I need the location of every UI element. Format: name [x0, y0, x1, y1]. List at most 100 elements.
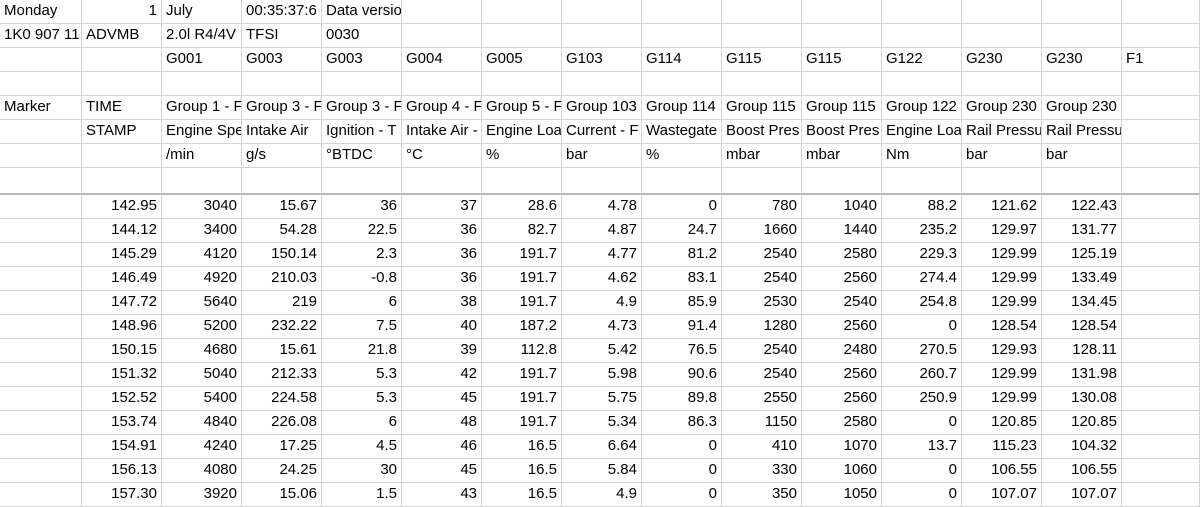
cell-r20-c3[interactable]: 4080	[162, 459, 242, 483]
cell-r13-c13[interactable]: 129.99	[962, 291, 1042, 315]
cell-r17-c8[interactable]: 5.75	[562, 387, 642, 411]
cell-r11-c12[interactable]: 229.3	[882, 243, 962, 267]
cell-r6-c11[interactable]: Boost Pres	[802, 120, 882, 144]
cell-r17-c9[interactable]: 89.8	[642, 387, 722, 411]
cell-r15-c11[interactable]: 2480	[802, 339, 882, 363]
cell-r2-c5[interactable]: 0030	[322, 24, 402, 48]
cell-r2-c1[interactable]: 1K0 907 11	[0, 24, 82, 48]
cell-r20-c15[interactable]	[1122, 459, 1200, 483]
cell-r7-c7[interactable]: %	[482, 144, 562, 168]
cell-r1-c2[interactable]: 1	[82, 0, 162, 24]
cell-r21-c9[interactable]: 0	[642, 483, 722, 507]
cell-r17-c15[interactable]	[1122, 387, 1200, 411]
cell-r11-c15[interactable]	[1122, 243, 1200, 267]
cell-r8-c15[interactable]	[1122, 168, 1200, 195]
cell-r19-c2[interactable]: 154.91	[82, 435, 162, 459]
cell-r13-c4[interactable]: 219	[242, 291, 322, 315]
cell-r18-c15[interactable]	[1122, 411, 1200, 435]
cell-r12-c2[interactable]: 146.49	[82, 267, 162, 291]
cell-r5-c3[interactable]: Group 1 - F	[162, 96, 242, 120]
cell-r11-c13[interactable]: 129.99	[962, 243, 1042, 267]
cell-r8-c14[interactable]	[1042, 168, 1122, 195]
cell-r7-c8[interactable]: bar	[562, 144, 642, 168]
cell-r10-c12[interactable]: 235.2	[882, 219, 962, 243]
cell-r3-c5[interactable]: G003	[322, 48, 402, 72]
cell-r15-c4[interactable]: 15.61	[242, 339, 322, 363]
cell-r20-c1[interactable]	[0, 459, 82, 483]
cell-r8-c7[interactable]	[482, 168, 562, 195]
cell-r6-c4[interactable]: Intake Air	[242, 120, 322, 144]
cell-r11-c1[interactable]	[0, 243, 82, 267]
cell-r14-c7[interactable]: 187.2	[482, 315, 562, 339]
cell-r10-c4[interactable]: 54.28	[242, 219, 322, 243]
cell-r8-c6[interactable]	[402, 168, 482, 195]
cell-r15-c7[interactable]: 112.8	[482, 339, 562, 363]
cell-r3-c6[interactable]: G004	[402, 48, 482, 72]
cell-r15-c15[interactable]	[1122, 339, 1200, 363]
cell-r8-c9[interactable]	[642, 168, 722, 195]
cell-r21-c13[interactable]: 107.07	[962, 483, 1042, 507]
cell-r13-c15[interactable]	[1122, 291, 1200, 315]
cell-r13-c14[interactable]: 134.45	[1042, 291, 1122, 315]
cell-r11-c9[interactable]: 81.2	[642, 243, 722, 267]
cell-r12-c11[interactable]: 2560	[802, 267, 882, 291]
cell-r18-c3[interactable]: 4840	[162, 411, 242, 435]
cell-r1-c12[interactable]	[882, 0, 962, 24]
cell-r20-c12[interactable]: 0	[882, 459, 962, 483]
cell-r9-c10[interactable]: 780	[722, 195, 802, 219]
cell-r18-c2[interactable]: 153.74	[82, 411, 162, 435]
cell-r6-c12[interactable]: Engine Loa	[882, 120, 962, 144]
cell-r5-c1[interactable]: Marker	[0, 96, 82, 120]
cell-r18-c6[interactable]: 48	[402, 411, 482, 435]
cell-r3-c7[interactable]: G005	[482, 48, 562, 72]
cell-r3-c2[interactable]	[82, 48, 162, 72]
cell-r4-c14[interactable]	[1042, 72, 1122, 96]
cell-r14-c12[interactable]: 0	[882, 315, 962, 339]
cell-r16-c9[interactable]: 90.6	[642, 363, 722, 387]
cell-r2-c13[interactable]	[962, 24, 1042, 48]
cell-r21-c10[interactable]: 350	[722, 483, 802, 507]
cell-r4-c5[interactable]	[322, 72, 402, 96]
cell-r7-c9[interactable]: %	[642, 144, 722, 168]
cell-r10-c6[interactable]: 36	[402, 219, 482, 243]
cell-r5-c2[interactable]: TIME	[82, 96, 162, 120]
cell-r13-c6[interactable]: 38	[402, 291, 482, 315]
cell-r3-c4[interactable]: G003	[242, 48, 322, 72]
cell-r18-c10[interactable]: 1150	[722, 411, 802, 435]
cell-r14-c8[interactable]: 4.73	[562, 315, 642, 339]
cell-r6-c8[interactable]: Current - F	[562, 120, 642, 144]
cell-r13-c5[interactable]: 6	[322, 291, 402, 315]
cell-r2-c6[interactable]	[402, 24, 482, 48]
cell-r19-c4[interactable]: 17.25	[242, 435, 322, 459]
cell-r20-c11[interactable]: 1060	[802, 459, 882, 483]
cell-r3-c8[interactable]: G103	[562, 48, 642, 72]
cell-r4-c9[interactable]	[642, 72, 722, 96]
cell-r4-c1[interactable]	[0, 72, 82, 96]
cell-r7-c10[interactable]: mbar	[722, 144, 802, 168]
cell-r14-c4[interactable]: 232.22	[242, 315, 322, 339]
cell-r20-c14[interactable]: 106.55	[1042, 459, 1122, 483]
cell-r21-c8[interactable]: 4.9	[562, 483, 642, 507]
cell-r15-c9[interactable]: 76.5	[642, 339, 722, 363]
cell-r19-c7[interactable]: 16.5	[482, 435, 562, 459]
cell-r14-c2[interactable]: 148.96	[82, 315, 162, 339]
cell-r2-c4[interactable]: TFSI	[242, 24, 322, 48]
cell-r20-c2[interactable]: 156.13	[82, 459, 162, 483]
cell-r19-c6[interactable]: 46	[402, 435, 482, 459]
cell-r5-c10[interactable]: Group 115	[722, 96, 802, 120]
cell-r6-c1[interactable]	[0, 120, 82, 144]
cell-r10-c14[interactable]: 131.77	[1042, 219, 1122, 243]
cell-r18-c5[interactable]: 6	[322, 411, 402, 435]
cell-r5-c6[interactable]: Group 4 - F	[402, 96, 482, 120]
cell-r15-c1[interactable]	[0, 339, 82, 363]
cell-r17-c13[interactable]: 129.99	[962, 387, 1042, 411]
cell-r5-c11[interactable]: Group 115	[802, 96, 882, 120]
cell-r19-c13[interactable]: 115.23	[962, 435, 1042, 459]
cell-r7-c12[interactable]: Nm	[882, 144, 962, 168]
cell-r16-c12[interactable]: 260.7	[882, 363, 962, 387]
cell-r16-c11[interactable]: 2560	[802, 363, 882, 387]
cell-r9-c9[interactable]: 0	[642, 195, 722, 219]
cell-r5-c9[interactable]: Group 114	[642, 96, 722, 120]
cell-r10-c7[interactable]: 82.7	[482, 219, 562, 243]
cell-r14-c13[interactable]: 128.54	[962, 315, 1042, 339]
